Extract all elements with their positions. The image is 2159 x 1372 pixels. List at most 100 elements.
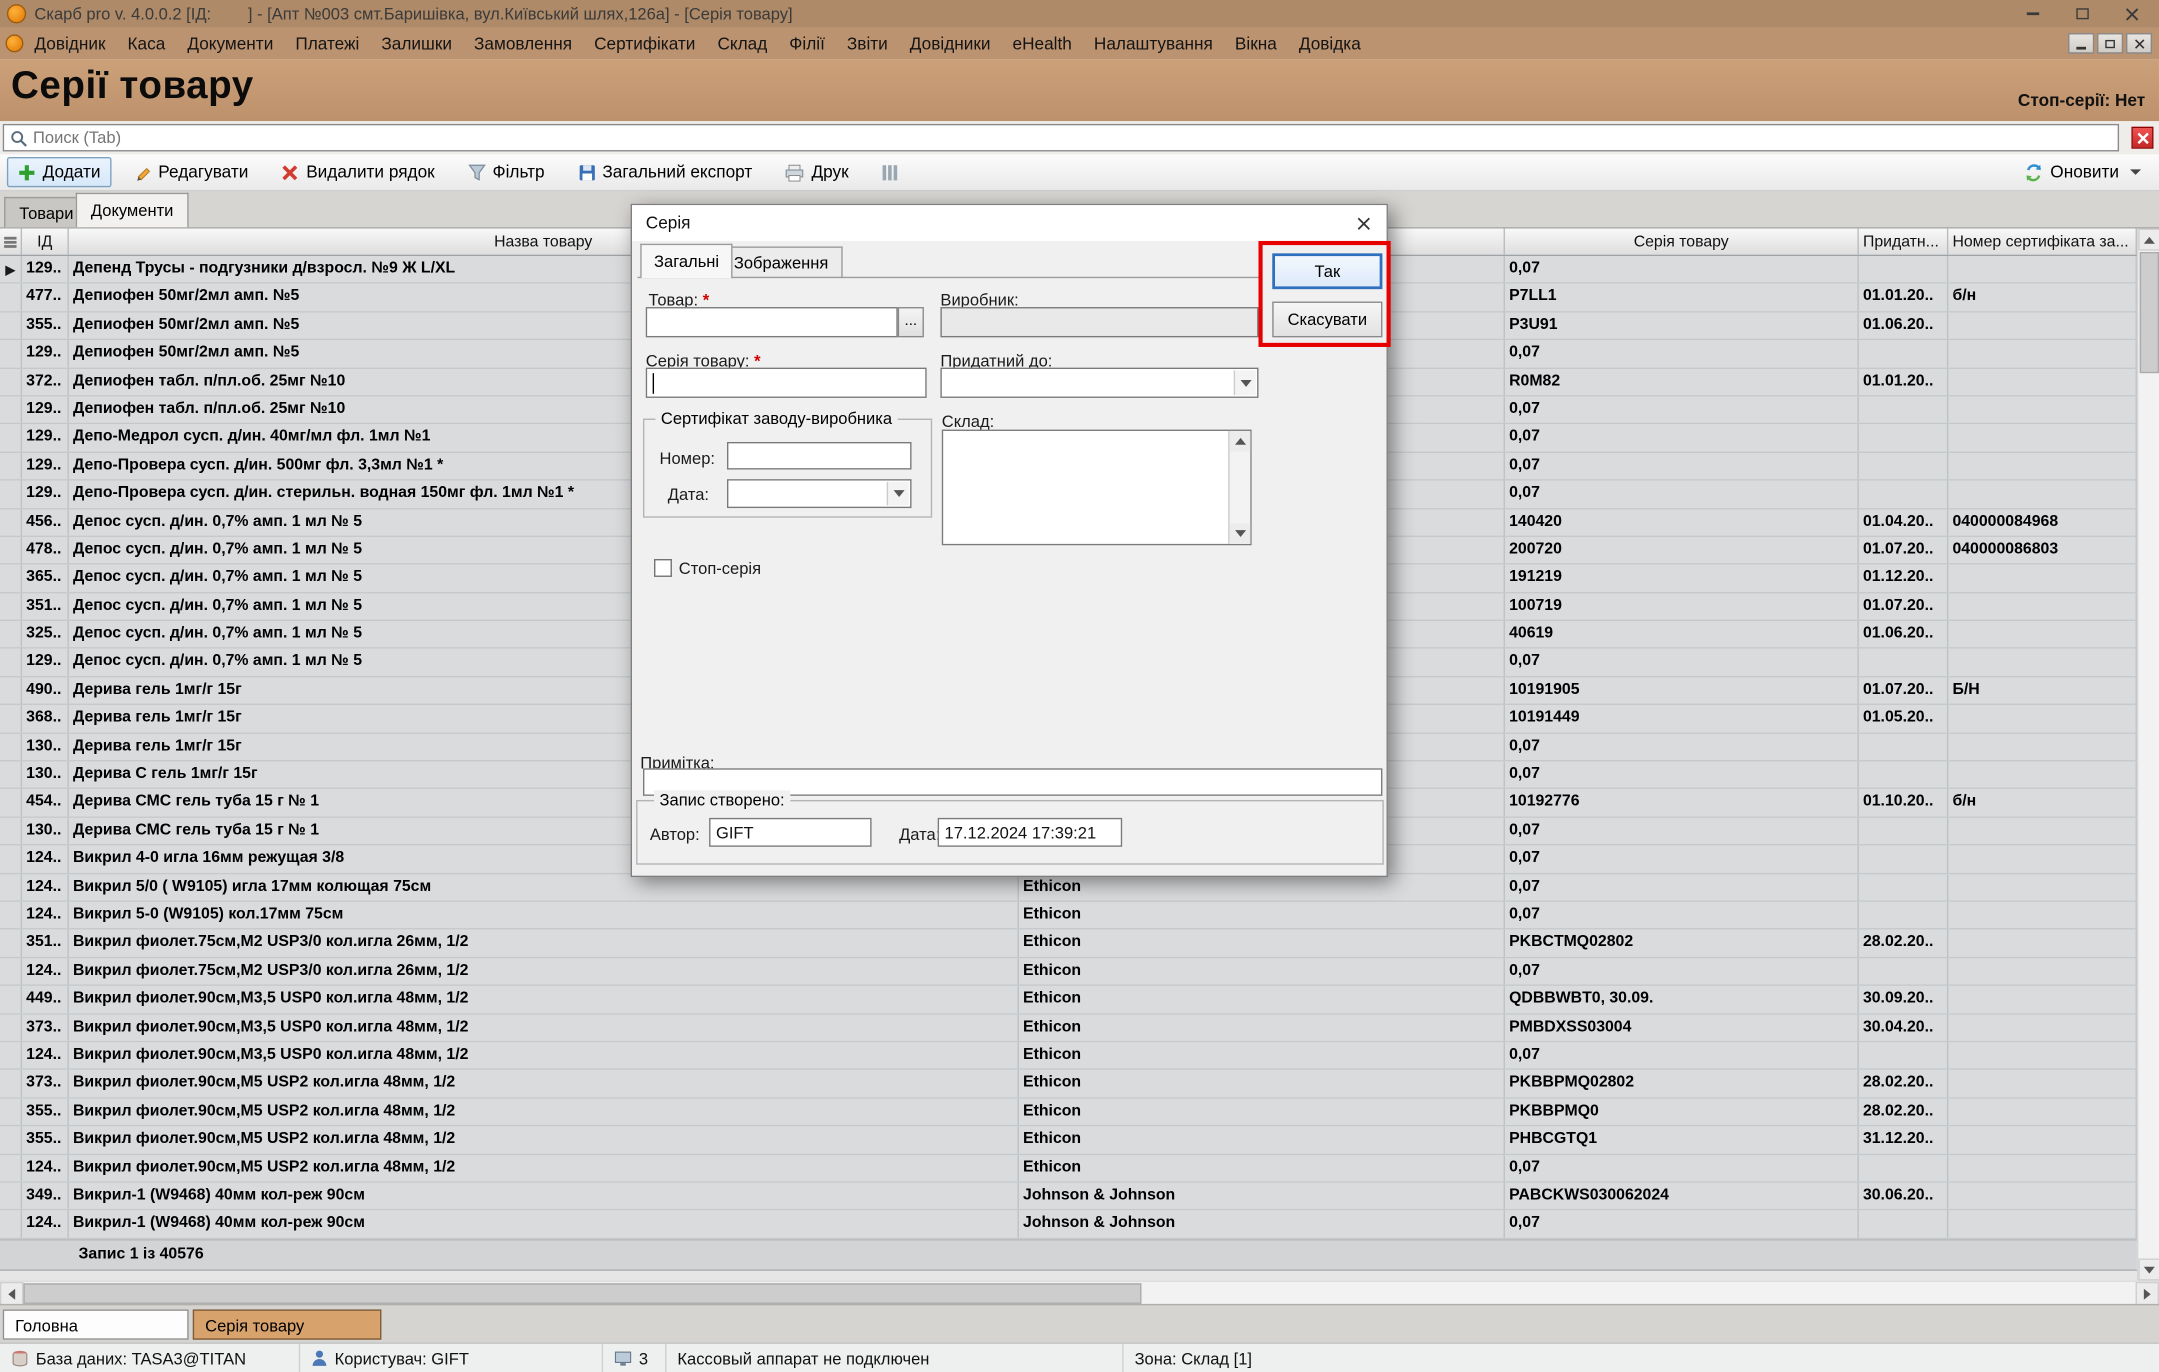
menu-item[interactable]: Замовлення [463, 30, 583, 58]
menu-item[interactable]: Звіти [836, 30, 899, 58]
tab-series[interactable]: Серія товару [193, 1309, 382, 1339]
search-input[interactable] [33, 128, 2112, 147]
table-row[interactable]: 124.. Викрил фиолет.90см,М3,5 USP0 кол.и… [0, 1042, 2137, 1070]
cell-id: 325.. [22, 621, 69, 648]
product-field[interactable] [646, 307, 898, 337]
table-row[interactable]: 351.. Викрил фиолет.75см,М2 USP3/0 кол.и… [0, 930, 2137, 958]
columns-button[interactable] [871, 158, 910, 187]
close-button[interactable] [2111, 1, 2152, 26]
export-button[interactable]: Загальний експорт [567, 157, 764, 187]
row-selector-cell [0, 340, 22, 367]
menu-item[interactable]: eHealth [1002, 30, 1083, 58]
menu-item[interactable]: Налаштування [1083, 30, 1224, 58]
menu-item[interactable]: Залишки [370, 30, 463, 58]
row-selector-cell [0, 761, 22, 788]
menu-item[interactable]: Довідник [23, 30, 116, 58]
cell-series: PKBBPMQ02802 [1505, 1070, 1859, 1097]
vertical-scrollbar[interactable] [2137, 229, 2159, 1281]
cell-series: 0,07 [1505, 425, 1859, 452]
menu-item[interactable]: Вікна [1224, 30, 1288, 58]
column-header-valid[interactable]: Придатн... [1859, 229, 1948, 255]
refresh-button[interactable]: Оновити [2013, 157, 2152, 187]
product-browse-button[interactable]: ... [898, 307, 924, 337]
dialog-tab-general[interactable]: Загальні [640, 244, 733, 278]
vertical-scroll-thumb[interactable] [2140, 252, 2159, 373]
table-row[interactable]: 449.. Викрил фиолет.90см,М3,5 USP0 кол.и… [0, 986, 2137, 1014]
print-button[interactable]: Друк [774, 157, 859, 187]
cell-valid: 01.07.20.. [1859, 593, 1948, 620]
horizontal-scrollbar[interactable] [0, 1281, 2159, 1304]
memo-scrollbar[interactable] [1228, 431, 1250, 544]
row-selector-cell [0, 958, 22, 985]
search-box[interactable] [3, 124, 2119, 152]
dialog-titlebar[interactable]: Серія [632, 205, 1387, 241]
valid-until-combobox[interactable] [940, 368, 1258, 398]
author-field[interactable] [709, 818, 871, 847]
cell-cert [1948, 481, 2137, 508]
horizontal-scroll-thumb[interactable] [23, 1283, 1141, 1304]
row-selector-cell [0, 930, 22, 957]
column-header-series[interactable]: Серія товару [1505, 229, 1859, 255]
created-date-field[interactable] [938, 818, 1123, 847]
menu-item[interactable]: Довідка [1288, 30, 1372, 58]
tab-home[interactable]: Головна [3, 1309, 189, 1339]
menu-item[interactable]: Каса [117, 30, 177, 58]
menu-item[interactable]: Платежі [284, 30, 370, 58]
menu-item[interactable]: Документи [176, 30, 284, 58]
table-row[interactable]: 355.. Викрил фиолет.90см,М5 USP2 кол.игл… [0, 1126, 2137, 1154]
cell-manufacturer: Ethicon [1019, 1126, 1505, 1153]
dropdown-button[interactable] [887, 482, 909, 505]
cell-id: 129.. [22, 481, 69, 508]
column-header-cert[interactable]: Номер сертифіката за... [1948, 229, 2137, 255]
menu-item[interactable]: Склад [706, 30, 778, 58]
mdi-close-button[interactable] [2126, 33, 2152, 54]
table-row[interactable]: 373.. Викрил фиолет.90см,М3,5 USP0 кол.и… [0, 1014, 2137, 1042]
filter-button[interactable]: Фільтр [457, 157, 556, 187]
stop-series-checkbox-label: Стоп-серія [679, 559, 761, 578]
mdi-restore-button[interactable] [2097, 33, 2123, 54]
tab-documents[interactable]: Документи [76, 193, 189, 227]
add-button[interactable]: Додати [7, 157, 112, 187]
cert-number-field[interactable] [727, 442, 912, 470]
stop-series-checkbox[interactable] [654, 559, 672, 577]
minimize-button[interactable] [2012, 1, 2053, 26]
table-row[interactable]: 124.. Викрил-1 (W9468) 40мм кол-реж 90см… [0, 1211, 2137, 1239]
dialog-close-button[interactable] [1340, 205, 1387, 241]
table-row[interactable]: 349.. Викрил-1 (W9468) 40мм кол-реж 90см… [0, 1183, 2137, 1211]
scroll-up-button[interactable] [2138, 229, 2159, 251]
edit-button[interactable]: Редагувати [123, 157, 260, 187]
cell-name: Викрил фиолет.75см,М2 USP3/0 кол.игла 26… [69, 958, 1019, 985]
maximize-button[interactable] [2061, 1, 2102, 26]
cell-id: 124.. [22, 1155, 69, 1182]
cell-valid: 30.09.20.. [1859, 986, 1948, 1013]
cell-name: Викрил фиолет.90см,М5 USP2 кол.игла 48мм… [69, 1155, 1019, 1182]
menu-item[interactable]: Філії [778, 30, 836, 58]
scroll-down-button[interactable] [1230, 523, 1251, 544]
scroll-left-button[interactable] [0, 1282, 23, 1305]
manufacturer-field[interactable] [940, 307, 1258, 337]
scroll-up-button[interactable] [1230, 431, 1251, 452]
stock-textarea[interactable] [942, 430, 1252, 546]
clear-search-button[interactable] [2131, 127, 2153, 149]
delete-row-button[interactable]: Видалити рядок [270, 157, 445, 187]
table-row[interactable]: 373.. Викрил фиолет.90см,М5 USP2 кол.игл… [0, 1070, 2137, 1098]
mdi-minimize-button[interactable] [2068, 33, 2094, 54]
table-row[interactable]: 124.. Викрил фиолет.90см,М5 USP2 кол.игл… [0, 1155, 2137, 1183]
cell-id: 351.. [22, 930, 69, 957]
column-header-id[interactable]: ІД [22, 229, 69, 255]
table-row[interactable]: 124.. Викрил фиолет.75см,М2 USP3/0 кол.и… [0, 958, 2137, 986]
cell-id: 130.. [22, 761, 69, 788]
window-titlebar[interactable]: Скарб pro v. 4.0.0.2 [ІД: ] - [Апт №003 … [0, 0, 2159, 28]
table-row[interactable]: 124.. Викрил 5/0 ( W9105) игла 17мм колю… [0, 874, 2137, 902]
dialog-tab-image[interactable]: Зображення [720, 246, 842, 278]
dropdown-button[interactable] [1234, 370, 1256, 395]
delete-button-label: Видалити рядок [306, 162, 435, 181]
table-row[interactable]: 124.. Викрил 5-0 (W9105) кол.17мм 75см E… [0, 902, 2137, 930]
series-field[interactable] [646, 368, 927, 398]
menu-item[interactable]: Сертифікати [583, 30, 706, 58]
scroll-right-button[interactable] [2136, 1282, 2159, 1305]
menu-item[interactable]: Довідники [899, 30, 1002, 58]
scroll-down-button[interactable] [2138, 1258, 2159, 1280]
cert-date-combobox[interactable] [727, 479, 912, 508]
table-row[interactable]: 355.. Викрил фиолет.90см,М5 USP2 кол.игл… [0, 1098, 2137, 1126]
